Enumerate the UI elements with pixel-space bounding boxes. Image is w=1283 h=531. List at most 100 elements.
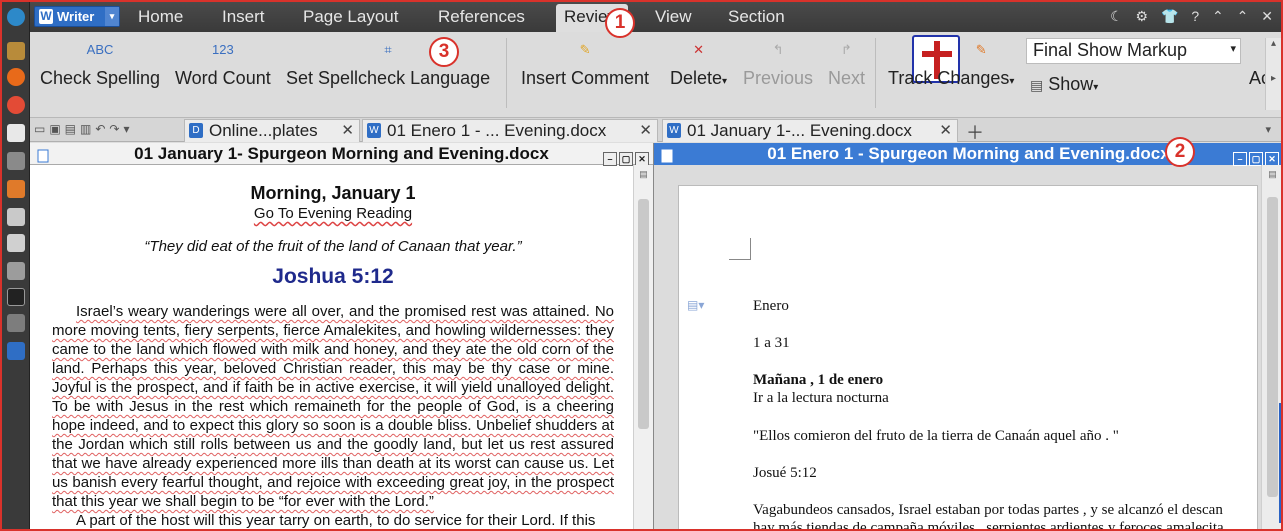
- set-spellcheck-language-button[interactable]: ⌗ Set Spellcheck Language: [286, 38, 490, 106]
- chevron-down-icon[interactable]: ▾: [105, 7, 119, 26]
- word-count-button[interactable]: 123 Word Count: [175, 38, 271, 106]
- callout-2: 2: [1165, 137, 1195, 167]
- doc-line-range: 1 a 31: [753, 335, 790, 351]
- scripture-reference: Joshua 5:12: [272, 265, 394, 288]
- tab-menu-icon[interactable]: ▾: [1265, 123, 1271, 136]
- ribbon-scroll[interactable]: ▴ ▸: [1265, 38, 1281, 110]
- help-icon[interactable]: ?: [1191, 8, 1199, 24]
- minimize-icon[interactable]: ⌃: [1212, 8, 1224, 24]
- menu-references[interactable]: References: [438, 7, 525, 27]
- tab-online-templates[interactable]: D Online...plates ✕: [184, 119, 360, 142]
- gear-icon[interactable]: ⚙: [1136, 8, 1149, 24]
- close-tab-icon[interactable]: ✕: [939, 121, 952, 139]
- document-icon: [660, 147, 674, 163]
- firefox-icon[interactable]: [7, 68, 25, 86]
- maximize-icon[interactable]: ▢: [1249, 152, 1263, 166]
- chevron-down-icon: ▾: [1093, 82, 1099, 93]
- chrome-icon[interactable]: [7, 96, 25, 114]
- document-page[interactable]: ▤▾ Enero 1 a 31 Mañana , 1 de enero Ir a…: [678, 185, 1258, 531]
- menu-home[interactable]: Home: [138, 7, 183, 27]
- right-document-pane: 01 Enero 1 - Spurgeon Morning and Evenin…: [654, 143, 1281, 531]
- morning-heading: Morning, January 1: [250, 183, 416, 203]
- maximize-icon[interactable]: ⌃: [1237, 8, 1249, 24]
- scroll-thumb[interactable]: [638, 199, 649, 429]
- menu-insert[interactable]: Insert: [222, 7, 265, 27]
- docer-icon: D: [189, 123, 203, 138]
- track-changes-icon: ✎: [975, 42, 987, 57]
- dash-icon[interactable]: [7, 8, 25, 26]
- document-icon[interactable]: [7, 124, 25, 142]
- doc-line-body-2: hay más tiendas de campaña móviles , ser…: [753, 520, 1224, 531]
- language-icon: ⌗: [384, 42, 392, 57]
- moon-icon[interactable]: ☾: [1110, 8, 1123, 24]
- show-button[interactable]: ▤ Show▾: [1030, 74, 1098, 95]
- scroll-thumb[interactable]: [1267, 197, 1278, 497]
- scripture-quote: “They did eat of the fruit of the land o…: [144, 238, 522, 255]
- left-pane-scrollbar[interactable]: ▤: [633, 165, 653, 529]
- tab-enero-docx[interactable]: W 01 Enero 1 - ... Evening.docx ✕: [362, 119, 658, 142]
- tray: ☾ ⚙ 👕 ? ⌃ ⌃ ✕: [1101, 8, 1273, 25]
- editor-icon[interactable]: [7, 152, 25, 170]
- insert-comment-button[interactable]: ✎ Insert Comment: [521, 38, 649, 106]
- minimize-icon[interactable]: –: [603, 152, 617, 166]
- ribbon-separator: [875, 38, 876, 108]
- notes-icon[interactable]: [7, 234, 25, 252]
- devotional-body: Israel’s weary wanderings were all over,…: [52, 303, 614, 510]
- left-document-content[interactable]: Morning, January 1 Go To Evening Reading…: [52, 179, 614, 529]
- left-pane-title: 01 January 1- Spurgeon Morning and Eveni…: [30, 143, 653, 166]
- shirt-icon[interactable]: 👕: [1161, 8, 1178, 24]
- menu-page-layout[interactable]: Page Layout: [303, 7, 398, 27]
- split-icon[interactable]: ▤: [634, 169, 653, 180]
- callout-3: 3: [429, 37, 459, 67]
- doc-line-heading: Mañana , 1 de enero: [753, 372, 884, 388]
- split-icon[interactable]: ▤: [1262, 169, 1281, 180]
- previous-comment-button[interactable]: ↰ Previous: [743, 38, 813, 106]
- markup-mode-select[interactable]: Final Show Markup ▾: [1026, 38, 1241, 64]
- previous-icon: ↰: [772, 42, 784, 57]
- close-tab-icon[interactable]: ✕: [639, 121, 652, 139]
- word-count-icon: 123: [212, 42, 234, 57]
- menu-bar: W Writer ▾ Home Insert Page Layout Refer…: [30, 2, 1281, 32]
- close-tab-icon[interactable]: ✕: [341, 121, 354, 139]
- chevron-down-icon: ▾: [1230, 43, 1236, 55]
- check-spelling-button[interactable]: ABC Check Spelling: [40, 38, 160, 106]
- close-icon[interactable]: ✕: [1265, 152, 1279, 166]
- window-frame: W Writer ▾ Home Insert Page Layout Refer…: [0, 0, 1283, 531]
- spell-check-icon: ABC: [86, 42, 114, 57]
- delete-comment-button[interactable]: ✕ Delete▾: [670, 38, 727, 106]
- writer-launcher-icon[interactable]: [7, 342, 25, 360]
- settings-icon[interactable]: [7, 314, 25, 332]
- next-comment-button[interactable]: ↱ Next: [828, 38, 865, 106]
- chevron-right-icon[interactable]: ▸: [1266, 73, 1281, 84]
- tab-january-docx[interactable]: W 01 January 1-... Evening.docx ✕: [662, 119, 958, 142]
- document-icon: [36, 147, 50, 163]
- evening-reading-link[interactable]: Go To Evening Reading: [52, 205, 614, 222]
- next-icon: ↱: [841, 42, 852, 57]
- writer-logo-icon: W: [39, 9, 53, 24]
- drive-icon[interactable]: [7, 208, 25, 226]
- chevron-down-icon: ▾: [1009, 76, 1015, 87]
- book-icon[interactable]: [7, 42, 25, 60]
- chevron-down-icon: ▾: [722, 76, 728, 87]
- system-icon[interactable]: [7, 262, 25, 280]
- terminal-icon[interactable]: [7, 288, 25, 306]
- minimize-icon[interactable]: –: [1233, 152, 1247, 166]
- insert-comment-icon: ✎: [579, 42, 591, 57]
- paragraph-icon[interactable]: ▤▾: [687, 298, 704, 312]
- maximize-icon[interactable]: ▢: [619, 152, 633, 166]
- new-tab-button[interactable]: ＋: [966, 119, 984, 145]
- launcher: [2, 2, 30, 529]
- menu-view[interactable]: View: [655, 7, 692, 27]
- close-icon[interactable]: ✕: [1261, 8, 1273, 24]
- chevron-up-icon[interactable]: ▴: [1266, 38, 1281, 49]
- writer-doc-icon: W: [667, 123, 681, 138]
- devotional-body-continued: A part of the host will this year tarry …: [76, 512, 596, 529]
- writer-app-button[interactable]: W Writer ▾: [34, 6, 120, 27]
- quick-access-toolbar[interactable]: ▭▣▤▥↶↷▾: [34, 122, 133, 136]
- folder-icon[interactable]: [7, 180, 25, 198]
- menu-section[interactable]: Section: [728, 7, 785, 27]
- review-ribbon: ABC Check Spelling 123 Word Count ⌗ Set …: [30, 32, 1281, 118]
- track-changes-button[interactable]: ✎ Track Changes▾: [888, 38, 1014, 106]
- doc-line-link: Ir a la lectura nocturna: [753, 390, 889, 406]
- close-icon[interactable]: ✕: [635, 152, 649, 166]
